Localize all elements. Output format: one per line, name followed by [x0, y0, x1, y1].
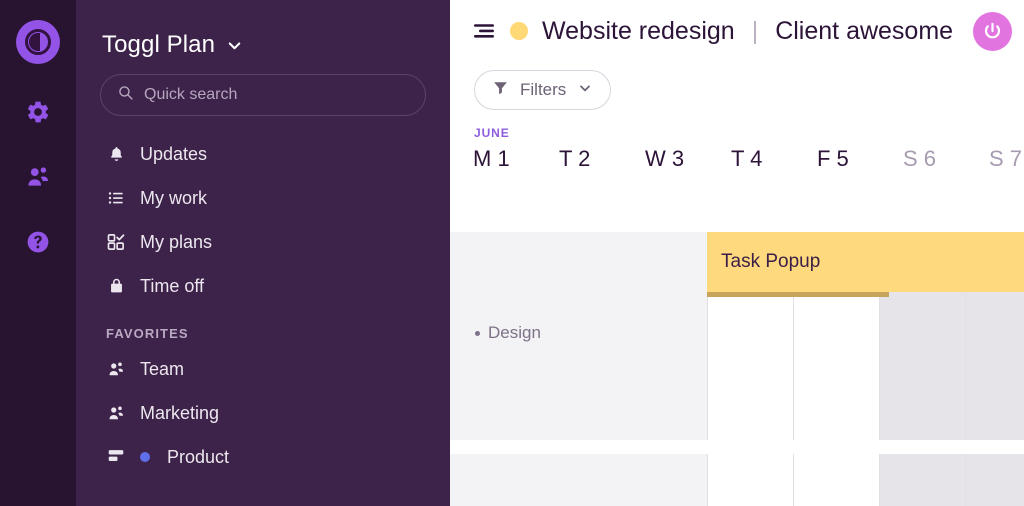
toggl-logo-icon[interactable]: [16, 20, 60, 64]
day-header[interactable]: T 4: [731, 146, 762, 192]
collapse-panel-icon[interactable]: [472, 21, 496, 41]
sidebar-item-my-work[interactable]: My work: [100, 176, 426, 220]
task-label: Task Popup: [721, 251, 821, 272]
filters-button[interactable]: Filters: [474, 70, 612, 110]
client-name: Client awesome: [775, 16, 954, 45]
day-header[interactable]: T 2: [559, 146, 590, 192]
toolbar: Filters: [450, 62, 1024, 110]
funnel-icon: [492, 79, 509, 101]
day-header[interactable]: M 1: [473, 146, 510, 192]
sidebar-item-team[interactable]: Team: [100, 347, 426, 391]
sidebar-item-product[interactable]: Product: [100, 435, 426, 479]
sidebar-item-marketing[interactable]: Marketing: [100, 391, 426, 435]
group-label-text: Design: [488, 323, 541, 342]
power-icon: [984, 22, 1001, 39]
chevron-down-icon: [577, 80, 593, 101]
search-input[interactable]: [144, 86, 409, 104]
grid-check-icon: [106, 233, 126, 251]
project-color-dot: [140, 452, 150, 462]
project-color-dot: [510, 22, 528, 40]
help-icon[interactable]: [16, 220, 60, 264]
workspace-name: Toggl Plan: [102, 31, 216, 58]
bag-icon: [106, 277, 126, 295]
timeline: JUNE M 1 T 2 W 3 T 4 F 5 S 6 S 7 Design …: [450, 126, 1024, 506]
sidebar-item-time-off[interactable]: Time off: [100, 264, 426, 308]
main-panel: Website redesign | Client awesome Filter…: [450, 0, 1024, 506]
sidebar-nav: Updates My work My plans Time off FAVORI…: [100, 132, 426, 479]
search-box[interactable]: [100, 74, 426, 116]
group-label[interactable]: Design: [475, 323, 541, 343]
icon-rail: [0, 0, 76, 506]
day-header[interactable]: F 5: [817, 146, 849, 192]
list-icon: [106, 189, 126, 207]
project-name: Website redesign: [542, 16, 735, 45]
bell-icon: [106, 145, 126, 163]
grid-row-gap: [450, 440, 1024, 454]
sidebar: Toggl Plan Quick search Updates My work …: [76, 0, 450, 506]
day-header-row: M 1 T 2 W 3 T 4 F 5 S 6 S 7: [450, 146, 1024, 192]
people-icon[interactable]: [16, 155, 60, 199]
sidebar-item-updates[interactable]: Updates: [100, 132, 426, 176]
power-button[interactable]: [973, 12, 1012, 51]
task-bar[interactable]: Task Popup: [707, 232, 1024, 292]
sidebar-item-label: Updates: [140, 143, 208, 164]
toggl-logo-glyph: [25, 29, 51, 55]
gear-icon[interactable]: [16, 90, 60, 134]
project-header: Website redesign | Client awesome: [450, 0, 1024, 62]
group-row-panel: [450, 454, 707, 506]
workspace-switcher[interactable]: Toggl Plan: [100, 0, 426, 66]
day-header[interactable]: W 3: [645, 146, 684, 192]
people-icon: [106, 404, 126, 422]
task-progress-bar: [707, 292, 889, 297]
bullet-icon: [475, 330, 480, 336]
chevron-down-icon: [225, 36, 244, 55]
favorites-heading: FAVORITES: [106, 326, 189, 341]
sidebar-item-label: Product: [167, 446, 230, 467]
day-header[interactable]: S 6: [903, 146, 936, 192]
sidebar-item-label: Marketing: [140, 402, 220, 423]
title-separator: |: [751, 16, 759, 45]
filters-label: Filters: [520, 80, 567, 99]
app-root: Toggl Plan Quick search Updates My work …: [0, 0, 1024, 506]
month-label: JUNE: [474, 126, 510, 140]
timeline-grid: Design Task Popup: [450, 210, 1024, 506]
sidebar-item-label: Time off: [140, 275, 205, 296]
people-icon: [106, 360, 126, 378]
sidebar-item-label: My work: [140, 187, 207, 208]
search-icon: [117, 84, 134, 106]
sidebar-item-label: My plans: [140, 231, 213, 252]
sidebar-item-my-plans[interactable]: My plans: [100, 220, 426, 264]
day-header[interactable]: S 7: [989, 146, 1022, 192]
sidebar-item-label: Team: [140, 358, 185, 379]
grid-row-spacer: [450, 210, 1024, 232]
board-icon: [106, 449, 126, 465]
